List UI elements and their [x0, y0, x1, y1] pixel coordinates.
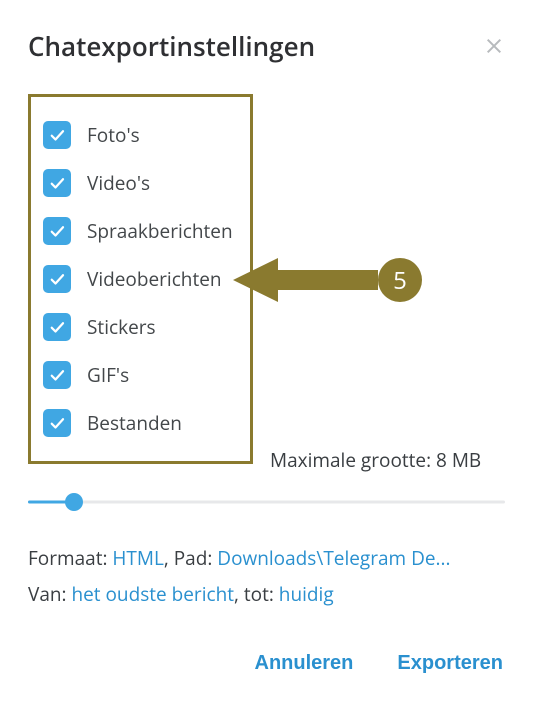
checkbox-icon	[43, 313, 71, 341]
path-label: , Pad:	[164, 545, 217, 571]
export-settings-dialog: Chatexportinstellingen Foto's Video's Sp…	[0, 0, 533, 701]
option-stickers[interactable]: Stickers	[39, 303, 236, 351]
option-label: Bestanden	[87, 410, 182, 436]
checkbox-icon	[43, 217, 71, 245]
option-label: Videoberichten	[87, 266, 222, 292]
dialog-title: Chatexportinstellingen	[28, 28, 315, 64]
checkbox-icon	[43, 121, 71, 149]
option-label: Video's	[87, 170, 150, 196]
path-link[interactable]: Downloads\Telegram De...	[217, 545, 450, 571]
option-label: GIF's	[87, 362, 129, 388]
option-photos[interactable]: Foto's	[39, 111, 236, 159]
cancel-button[interactable]: Annuleren	[253, 646, 356, 681]
slider-thumb[interactable]	[65, 493, 83, 511]
format-label: Formaat:	[28, 545, 112, 571]
from-label: Van:	[28, 581, 71, 607]
to-label: , tot:	[234, 581, 279, 607]
option-voice-messages[interactable]: Spraakberichten	[39, 207, 236, 255]
from-link[interactable]: het oudste bericht	[71, 581, 234, 607]
slider-track	[28, 501, 505, 504]
checkbox-icon	[43, 169, 71, 197]
close-icon[interactable]	[483, 35, 505, 57]
dialog-buttons: Annuleren Exporteren	[28, 646, 505, 681]
export-button[interactable]: Exporteren	[395, 646, 505, 681]
option-gifs[interactable]: GIF's	[39, 351, 236, 399]
media-options-highlight: Foto's Video's Spraakberichten Videoberi…	[28, 94, 253, 464]
export-meta: Formaat: HTML, Pad: Downloads\Telegram D…	[28, 540, 505, 612]
option-files[interactable]: Bestanden	[39, 399, 236, 447]
checkbox-icon	[43, 361, 71, 389]
size-slider[interactable]	[28, 490, 505, 514]
option-label: Spraakberichten	[87, 218, 233, 244]
checkbox-icon	[43, 409, 71, 437]
option-video-messages[interactable]: Videoberichten	[39, 255, 236, 303]
max-size-label: Maximale grootte: 8 MB	[270, 447, 481, 473]
option-label: Foto's	[87, 122, 140, 148]
format-link[interactable]: HTML	[112, 545, 163, 571]
checkbox-icon	[43, 265, 71, 293]
option-label: Stickers	[87, 314, 156, 340]
option-videos[interactable]: Video's	[39, 159, 236, 207]
to-link[interactable]: huidig	[279, 581, 334, 607]
dialog-header: Chatexportinstellingen	[28, 28, 505, 64]
